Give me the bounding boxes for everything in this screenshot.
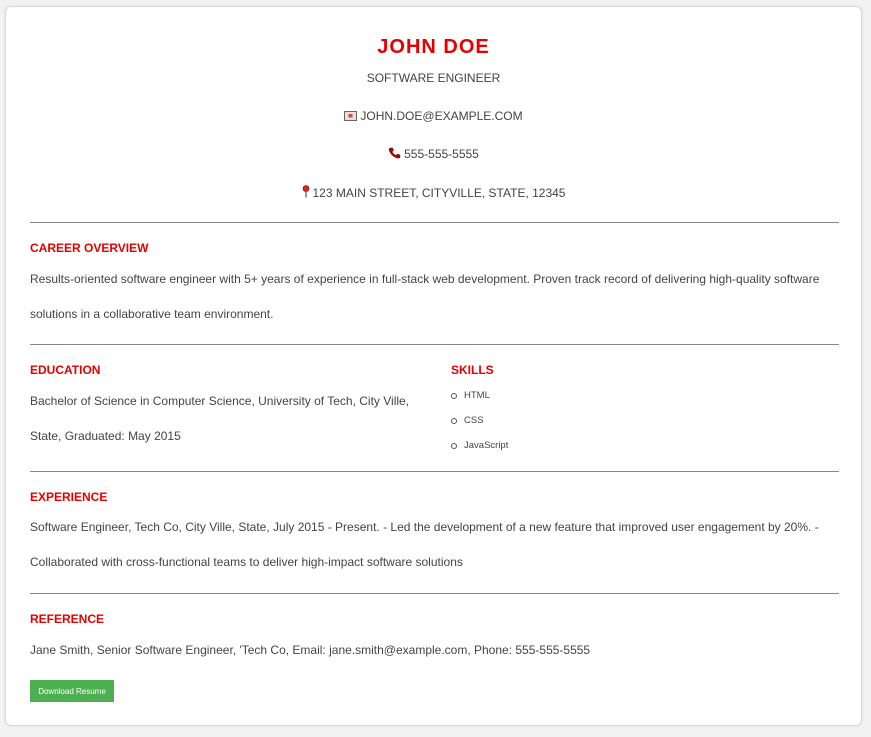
map-pin-icon [302, 185, 310, 201]
skill-item: JavaScript [451, 433, 508, 458]
resume-card: JOHN DOE SOFTWARE ENGINEER JOHN.DOE@EXAM… [5, 6, 862, 726]
career-overview-text: Results-oriented software engineer with … [30, 272, 820, 321]
contact-address: 123 MAIN STREET, CITYVILLE, STATE, 12345 [6, 185, 861, 201]
divider [30, 471, 839, 472]
skills-list: HTML CSS JavaScript [451, 383, 508, 458]
email-text: JOHN.DOE@EXAMPLE.COM [360, 109, 523, 123]
download-resume-button[interactable]: Download Resume [30, 680, 114, 702]
envelope-icon [344, 110, 358, 124]
education-heading: EDUCATION [30, 363, 101, 377]
contact-phone: 555-555-5555 [6, 147, 861, 162]
reference-text: Jane Smith, Senior Software Engineer, 'T… [30, 643, 591, 657]
contact-email: JOHN.DOE@EXAMPLE.COM [6, 109, 861, 124]
address-text: 123 MAIN STREET, CITYVILLE, STATE, 12345 [312, 186, 566, 200]
skill-item: CSS [451, 408, 508, 433]
education-text: Bachelor of Science in Computer Science,… [30, 394, 410, 443]
career-overview-heading: CAREER OVERVIEW [30, 241, 149, 255]
job-title: SOFTWARE ENGINEER [366, 71, 501, 85]
divider [30, 222, 839, 223]
experience-heading: EXPERIENCE [30, 490, 108, 504]
experience-text: Software Engineer, Tech Co, City Ville, … [30, 520, 819, 569]
divider [30, 344, 839, 345]
divider [30, 593, 839, 594]
resume-name: JOHN DOE [377, 36, 490, 58]
phone-text: 555-555-5555 [404, 147, 479, 161]
telephone-icon [388, 147, 401, 162]
skill-item: HTML [451, 383, 508, 408]
skills-heading: SKILLS [451, 363, 494, 377]
reference-heading: REFERENCE [30, 612, 105, 626]
